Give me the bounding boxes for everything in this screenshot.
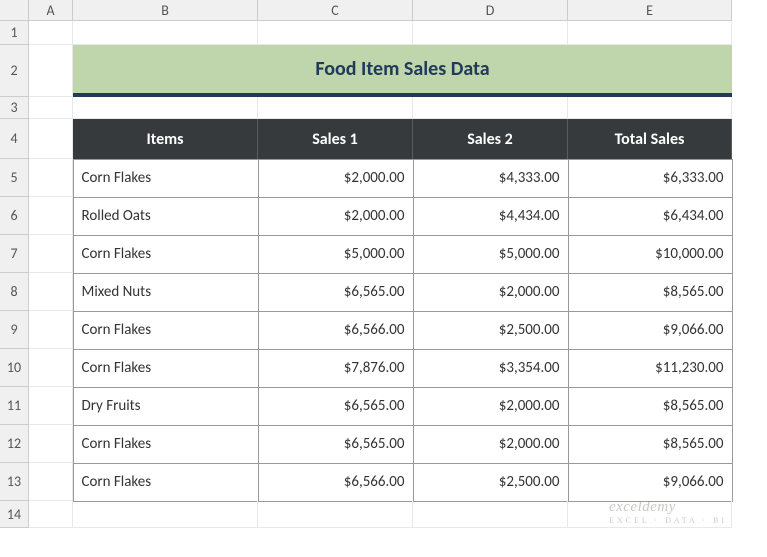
- data-total[interactable]: $11,230.00: [568, 349, 733, 388]
- row-header[interactable]: 11: [0, 387, 29, 425]
- cell[interactable]: [29, 97, 73, 119]
- col-header-a[interactable]: A: [29, 0, 73, 21]
- cell[interactable]: [29, 197, 73, 235]
- data-s1[interactable]: $7,876.00: [258, 349, 414, 388]
- data-item[interactable]: Corn Flakes: [73, 349, 259, 388]
- data-total[interactable]: $9,066.00: [568, 463, 733, 502]
- title-cell[interactable]: Food Item Sales Data: [73, 45, 732, 97]
- header-items[interactable]: Items: [73, 119, 258, 159]
- header-sales1[interactable]: Sales 1: [258, 119, 413, 159]
- watermark-sub: EXCEL · DATA · BI: [609, 516, 727, 525]
- data-s1[interactable]: $6,565.00: [258, 425, 414, 464]
- row-header[interactable]: 1: [0, 21, 29, 45]
- cell[interactable]: [413, 501, 568, 528]
- row-header[interactable]: 2: [0, 45, 29, 97]
- data-item[interactable]: Mixed Nuts: [73, 273, 259, 312]
- row-header[interactable]: 4: [0, 119, 29, 159]
- data-s2[interactable]: $2,000.00: [413, 273, 569, 312]
- cell[interactable]: [29, 159, 73, 197]
- data-s2[interactable]: $2,500.00: [413, 311, 569, 350]
- data-s2[interactable]: $2,000.00: [413, 387, 569, 426]
- spreadsheet-grid: A B C D E 1 2 Food Item Sales Data 3 4 I…: [0, 0, 767, 528]
- row-header[interactable]: 6: [0, 197, 29, 235]
- data-item[interactable]: Corn Flakes: [73, 311, 259, 350]
- row-header[interactable]: 13: [0, 463, 29, 501]
- cell[interactable]: [413, 21, 568, 45]
- data-item[interactable]: Corn Flakes: [73, 463, 259, 502]
- cell[interactable]: [29, 45, 73, 97]
- data-s1[interactable]: $6,566.00: [258, 463, 414, 502]
- row-header[interactable]: 5: [0, 159, 29, 197]
- row-header[interactable]: 10: [0, 349, 29, 387]
- data-total[interactable]: $10,000.00: [568, 235, 733, 274]
- row-header[interactable]: 7: [0, 235, 29, 273]
- data-item[interactable]: Corn Flakes: [73, 425, 259, 464]
- cell[interactable]: [29, 311, 73, 349]
- row-header[interactable]: 8: [0, 273, 29, 311]
- cell[interactable]: [29, 425, 73, 463]
- data-s2[interactable]: $4,333.00: [413, 159, 569, 198]
- watermark-main: exceldemy: [609, 499, 676, 515]
- col-header-d[interactable]: D: [413, 0, 568, 21]
- cell[interactable]: [29, 349, 73, 387]
- data-item[interactable]: Corn Flakes: [73, 159, 259, 198]
- data-total[interactable]: $6,434.00: [568, 197, 733, 236]
- row-header[interactable]: 9: [0, 311, 29, 349]
- cell[interactable]: [73, 501, 258, 528]
- header-total[interactable]: Total Sales: [568, 119, 732, 159]
- data-item[interactable]: Dry Fruits: [73, 387, 259, 426]
- cell[interactable]: [568, 21, 732, 45]
- row-header[interactable]: 12: [0, 425, 29, 463]
- data-s2[interactable]: $2,500.00: [413, 463, 569, 502]
- data-s2[interactable]: $4,434.00: [413, 197, 569, 236]
- col-header-b[interactable]: B: [73, 0, 258, 21]
- corner-cell[interactable]: [0, 0, 29, 21]
- data-item[interactable]: Rolled Oats: [73, 197, 259, 236]
- cell[interactable]: [29, 21, 73, 45]
- row-header[interactable]: 3: [0, 97, 29, 119]
- data-s2[interactable]: $2,000.00: [413, 425, 569, 464]
- cell[interactable]: [29, 273, 73, 311]
- cell[interactable]: [73, 21, 258, 45]
- cell[interactable]: [29, 501, 73, 528]
- data-total[interactable]: $8,565.00: [568, 273, 733, 312]
- watermark: exceldemy EXCEL · DATA · BI: [609, 499, 727, 525]
- header-sales2[interactable]: Sales 2: [413, 119, 568, 159]
- data-total[interactable]: $8,565.00: [568, 425, 733, 464]
- data-total[interactable]: $9,066.00: [568, 311, 733, 350]
- row-header[interactable]: 14: [0, 501, 29, 528]
- data-item[interactable]: Corn Flakes: [73, 235, 259, 274]
- data-s1[interactable]: $2,000.00: [258, 159, 414, 198]
- cell[interactable]: [413, 97, 568, 119]
- data-s2[interactable]: $3,354.00: [413, 349, 569, 388]
- data-s1[interactable]: $6,565.00: [258, 273, 414, 312]
- cell[interactable]: [29, 235, 73, 273]
- data-s1[interactable]: $6,566.00: [258, 311, 414, 350]
- col-header-c[interactable]: C: [258, 0, 413, 21]
- col-header-e[interactable]: E: [568, 0, 732, 21]
- data-s1[interactable]: $2,000.00: [258, 197, 414, 236]
- cell[interactable]: [258, 501, 413, 528]
- data-s2[interactable]: $5,000.00: [413, 235, 569, 274]
- cell[interactable]: [73, 97, 258, 119]
- data-total[interactable]: $8,565.00: [568, 387, 733, 426]
- data-total[interactable]: $6,333.00: [568, 159, 733, 198]
- cell[interactable]: [29, 119, 73, 159]
- cell[interactable]: [258, 97, 413, 119]
- data-s1[interactable]: $6,565.00: [258, 387, 414, 426]
- data-s1[interactable]: $5,000.00: [258, 235, 414, 274]
- cell[interactable]: [568, 97, 732, 119]
- cell[interactable]: [29, 387, 73, 425]
- cell[interactable]: [29, 463, 73, 501]
- cell[interactable]: [258, 21, 413, 45]
